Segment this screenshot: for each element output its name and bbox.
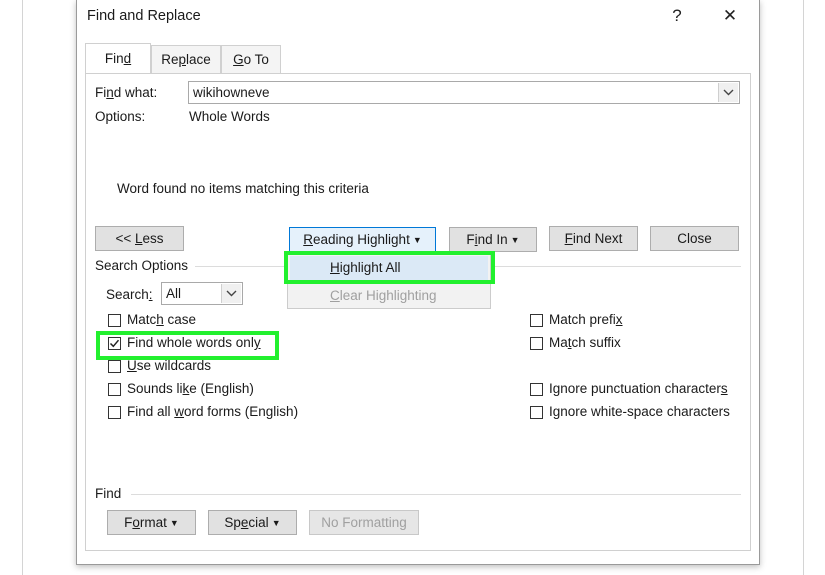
reading-highlight-text: eading Highlight — [313, 232, 410, 247]
less-button-key: L — [135, 231, 143, 246]
less-button-text-end: ess — [142, 231, 164, 246]
reading-highlight-button[interactable]: Reading Highlight ▼ — [289, 227, 436, 252]
options-label: Options: — [95, 109, 146, 124]
format-key: o — [132, 515, 140, 530]
match-suffix-checkbox[interactable] — [530, 337, 543, 350]
search-label-key: : — [148, 287, 153, 302]
find-section-separator — [131, 494, 741, 495]
find-what-combobox[interactable]: wikihowneve — [188, 81, 740, 104]
search-direction-label: Search: — [106, 287, 153, 302]
background-divider-right — [803, 0, 804, 575]
tab-find-text: Fin — [104, 51, 124, 66]
highlight-annotation-menu — [284, 251, 495, 284]
less-button-text: << — [115, 231, 135, 246]
options-value: Whole Words — [189, 109, 270, 124]
special-button[interactable]: Special ▼ — [208, 510, 297, 535]
ignore-punctuation-checkbox[interactable] — [530, 383, 543, 396]
find-what-input[interactable]: wikihowneve — [193, 85, 270, 100]
tab-goto-text: o To — [243, 52, 269, 67]
match-case-text: Matc — [127, 312, 157, 327]
match-prefix-text: Match prefi — [549, 312, 616, 327]
dropdown-caret-icon: ▼ — [510, 235, 520, 245]
reading-highlight-key: R — [303, 232, 313, 247]
chevron-down-icon[interactable] — [221, 284, 241, 303]
search-label-text: Search — [106, 287, 149, 302]
dialog-title: Find and Replace — [87, 8, 201, 24]
dropdown-caret-icon: ▼ — [271, 518, 281, 528]
close-button[interactable]: Close — [650, 226, 739, 251]
search-options-heading: Search Options — [95, 258, 189, 273]
use-wildcards-text: se wildcards — [136, 358, 212, 373]
sounds-like-text: Sounds li — [127, 381, 183, 396]
match-case-text-end: case — [163, 312, 197, 327]
match-suffix-text-end: ch suffix — [571, 335, 621, 350]
status-message: Word found no items matching this criter… — [117, 181, 369, 196]
use-wildcards-key: U — [127, 358, 137, 373]
find-next-text: ind Next — [572, 231, 623, 246]
match-case-key: h — [156, 312, 164, 327]
tab-find-key: d — [123, 51, 132, 66]
search-direction-value: All — [166, 286, 182, 301]
no-formatting-button[interactable]: No Formatting — [309, 510, 419, 535]
find-in-button[interactable]: Find In ▼ — [449, 227, 537, 252]
menu-item-clear-highlighting[interactable]: Clear Highlighting — [330, 288, 437, 303]
close-icon[interactable]: ✕ — [715, 4, 745, 28]
ignore-white-space-checkbox[interactable] — [530, 406, 543, 419]
find-all-word-forms-key: w — [174, 404, 185, 419]
match-case-checkbox[interactable] — [108, 314, 121, 327]
find-what-label-key: n — [106, 85, 114, 100]
find-all-word-forms-label[interactable]: Find all word forms (English) — [127, 404, 298, 419]
match-case-label[interactable]: Match case — [127, 312, 196, 327]
tab-replace[interactable]: Replace — [151, 45, 221, 73]
format-button[interactable]: Format ▼ — [107, 510, 196, 535]
match-prefix-key: x — [615, 312, 623, 327]
special-text: Sp — [224, 515, 241, 530]
sounds-like-checkbox[interactable] — [108, 383, 121, 396]
dropdown-caret-icon: ▼ — [412, 235, 422, 245]
find-next-key: F — [564, 231, 573, 246]
dropdown-caret-icon: ▼ — [169, 518, 179, 528]
match-prefix-checkbox[interactable] — [530, 314, 543, 327]
find-what-label-text: Fi — [95, 85, 107, 100]
match-suffix-text: Ma — [549, 335, 568, 350]
less-button[interactable]: << Less — [95, 226, 184, 251]
tab-find[interactable]: Find — [85, 43, 151, 73]
sounds-like-label[interactable]: Sounds like (English) — [127, 381, 254, 396]
search-direction-select[interactable]: All — [161, 282, 243, 305]
clear-highlighting-text: lear Highlighting — [339, 288, 437, 303]
match-prefix-label[interactable]: Match prefix — [549, 312, 623, 327]
ignore-punctuation-key: s — [720, 381, 728, 396]
chevron-down-icon[interactable] — [718, 83, 738, 102]
ignore-punctuation-text: Ignore punctuation character — [549, 381, 721, 396]
format-text-end: rmat — [139, 515, 167, 530]
find-in-text-end: nd In — [477, 232, 508, 247]
tab-replace-text: Re — [161, 52, 179, 67]
tab-goto-key: G — [233, 52, 244, 67]
use-wildcards-checkbox[interactable] — [108, 360, 121, 373]
ignore-punctuation-label[interactable]: Ignore punctuation characters — [549, 381, 728, 396]
use-wildcards-label[interactable]: Use wildcards — [127, 358, 211, 373]
find-all-word-forms-text-end: ord forms (English) — [184, 404, 299, 419]
find-in-text: F — [466, 232, 475, 247]
find-all-word-forms-text: Find all — [127, 404, 175, 419]
tab-replace-key: p — [178, 52, 186, 67]
clear-highlighting-key: C — [330, 288, 340, 303]
find-all-word-forms-checkbox[interactable] — [108, 406, 121, 419]
tab-goto[interactable]: Go To — [221, 45, 281, 73]
find-what-label-text-end: d what: — [113, 85, 158, 100]
highlight-annotation-checkbox — [96, 331, 279, 360]
background-divider-left — [22, 0, 23, 575]
match-suffix-label[interactable]: Match suffix — [549, 335, 621, 350]
special-text-end: cial — [248, 515, 269, 530]
find-next-button[interactable]: Find Next — [549, 226, 638, 251]
tab-replace-text-end: lace — [186, 52, 211, 67]
help-button[interactable]: ? — [662, 4, 692, 28]
ignore-white-space-label[interactable]: Ignore white-space characters — [549, 404, 730, 419]
find-what-label: Find what: — [95, 85, 157, 100]
find-section-heading: Find — [95, 486, 122, 501]
sounds-like-text-end: e (English) — [189, 381, 254, 396]
